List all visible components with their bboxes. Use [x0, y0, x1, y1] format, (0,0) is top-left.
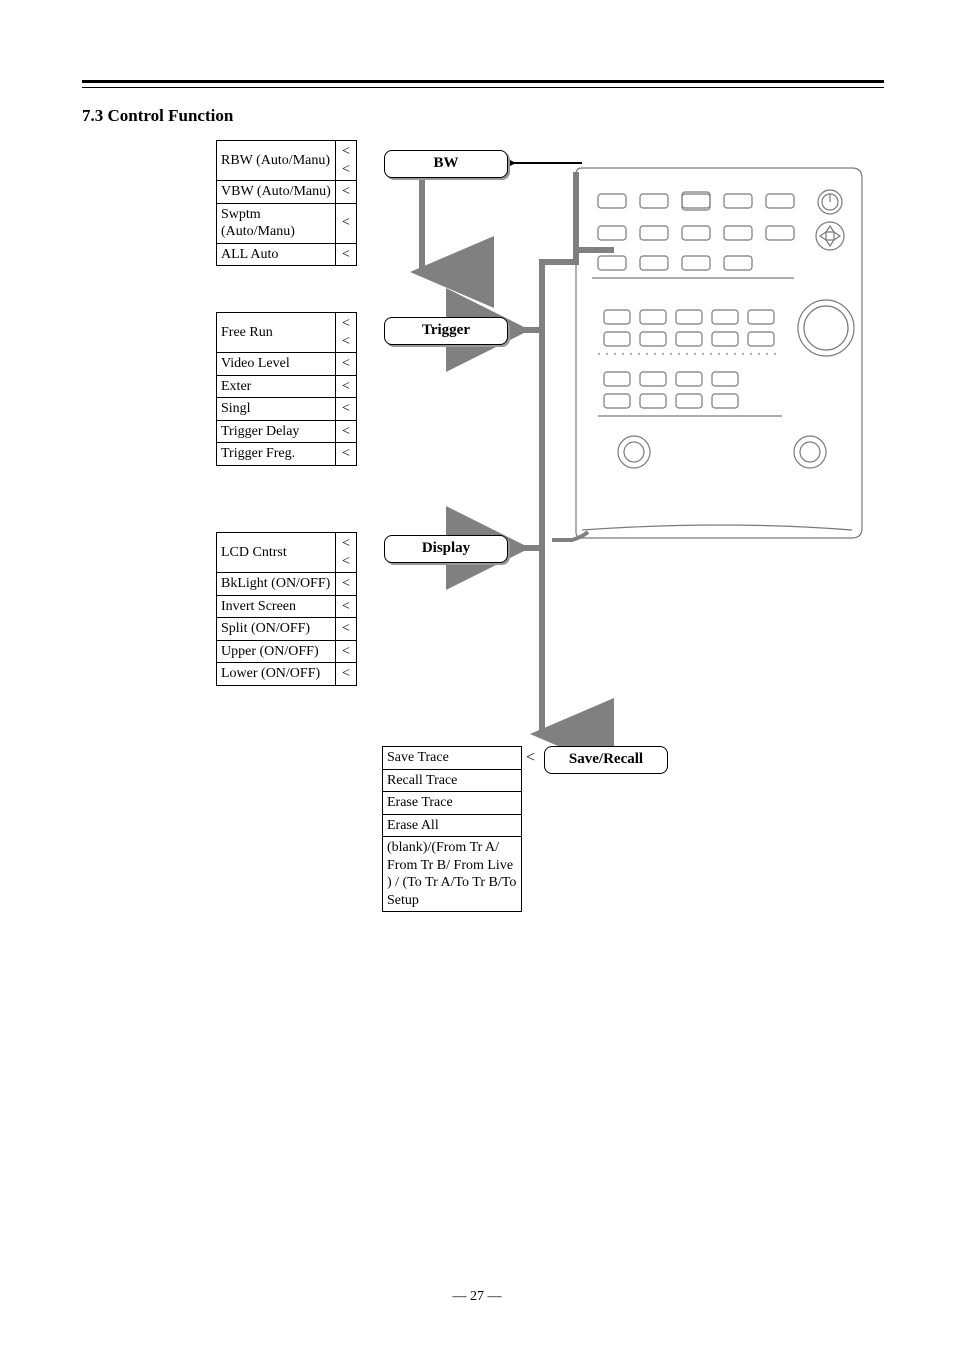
display-button[interactable]: Display: [384, 535, 508, 563]
arrow-left-icon: <: [526, 749, 535, 767]
table-row: RBW (Auto/Manu)< <: [217, 141, 357, 181]
arrow-cell: < <: [336, 533, 357, 573]
menu-item-label: BkLight (ON/OFF): [217, 573, 336, 596]
section-heading: 7.3 Control Function: [82, 106, 884, 126]
arrow-cell: <: [336, 181, 357, 204]
menu-item-label: Upper (ON/OFF): [217, 640, 336, 663]
arrow-cell: <: [336, 618, 357, 641]
display-menu-table: LCD Cntrst< < BkLight (ON/OFF)< Invert S…: [216, 532, 357, 686]
save-recall-menu-table: Save Trace Recall Trace Erase Trace Eras…: [382, 746, 522, 912]
trigger-menu-table: Free Run< < Video Level< Exter< Singl< T…: [216, 312, 357, 466]
table-row: Erase All: [383, 814, 522, 837]
table-row: Lower (ON/OFF)<: [217, 663, 357, 686]
arrow-cell: <: [336, 398, 357, 421]
top-rule: [82, 80, 884, 88]
arrow-cell: < <: [336, 313, 357, 353]
table-row: VBW (Auto/Manu)<: [217, 181, 357, 204]
table-row: ALL Auto<: [217, 243, 357, 266]
menu-item-label: Recall Trace: [383, 769, 522, 792]
menu-item-label: VBW (Auto/Manu): [217, 181, 336, 204]
arrow-cell: <: [336, 663, 357, 686]
table-row: Invert Screen<: [217, 595, 357, 618]
menu-item-label: Invert Screen: [217, 595, 336, 618]
arrow-cell: <: [336, 353, 357, 376]
table-row: BkLight (ON/OFF)<: [217, 573, 357, 596]
page-number: — 27 —: [0, 1289, 954, 1305]
bw-button[interactable]: BW: [384, 150, 508, 178]
menu-item-label: Exter: [217, 375, 336, 398]
menu-item-label: Lower (ON/OFF): [217, 663, 336, 686]
arrow-cell: <: [336, 243, 357, 266]
arrow-cell: <: [336, 595, 357, 618]
table-row: LCD Cntrst< <: [217, 533, 357, 573]
table-row: Free Run< <: [217, 313, 357, 353]
arrow-cell: <: [336, 640, 357, 663]
menu-item-label: Swptm (Auto/Manu): [217, 203, 336, 243]
table-row: (blank)/(From Tr A/ From Tr B/ From Live…: [383, 837, 522, 912]
arrow-cell: <: [336, 375, 357, 398]
arrow-cell: < <: [336, 141, 357, 181]
table-row: Recall Trace: [383, 769, 522, 792]
menu-item-label: LCD Cntrst: [217, 533, 336, 573]
bw-menu-table: RBW (Auto/Manu)< < VBW (Auto/Manu)< Swpt…: [216, 140, 357, 266]
table-row: Save Trace: [383, 747, 522, 770]
menu-item-label: Singl: [217, 398, 336, 421]
table-row: Singl<: [217, 398, 357, 421]
table-row: Exter<: [217, 375, 357, 398]
menu-item-label: Trigger Delay: [217, 420, 336, 443]
menu-item-label: (blank)/(From Tr A/ From Tr B/ From Live…: [383, 837, 522, 912]
table-row: Video Level<: [217, 353, 357, 376]
menu-item-label: Free Run: [217, 313, 336, 353]
table-row: Trigger Delay<: [217, 420, 357, 443]
menu-item-label: Split (ON/OFF): [217, 618, 336, 641]
arrow-cell: <: [336, 443, 357, 466]
table-row: Trigger Freg.<: [217, 443, 357, 466]
menu-item-label: RBW (Auto/Manu): [217, 141, 336, 181]
menu-item-label: Save Trace: [383, 747, 522, 770]
menu-item-label: Trigger Freg.: [217, 443, 336, 466]
arrow-cell: <: [336, 573, 357, 596]
table-row: Split (ON/OFF)<: [217, 618, 357, 641]
menu-item-label: ALL Auto: [217, 243, 336, 266]
table-row: Swptm (Auto/Manu)<: [217, 203, 357, 243]
table-row: Upper (ON/OFF)<: [217, 640, 357, 663]
menu-item-label: Video Level: [217, 353, 336, 376]
menu-item-label: Erase All: [383, 814, 522, 837]
menu-item-label: Erase Trace: [383, 792, 522, 815]
arrow-cell: <: [336, 420, 357, 443]
table-row: Erase Trace: [383, 792, 522, 815]
arrow-cell: <: [336, 203, 357, 243]
page-number-value: 27: [470, 1289, 484, 1304]
save-recall-button[interactable]: Save/Recall: [544, 746, 668, 774]
diagram-area: RBW (Auto/Manu)< < VBW (Auto/Manu)< Swpt…: [82, 132, 884, 1032]
trigger-button[interactable]: Trigger: [384, 317, 508, 345]
